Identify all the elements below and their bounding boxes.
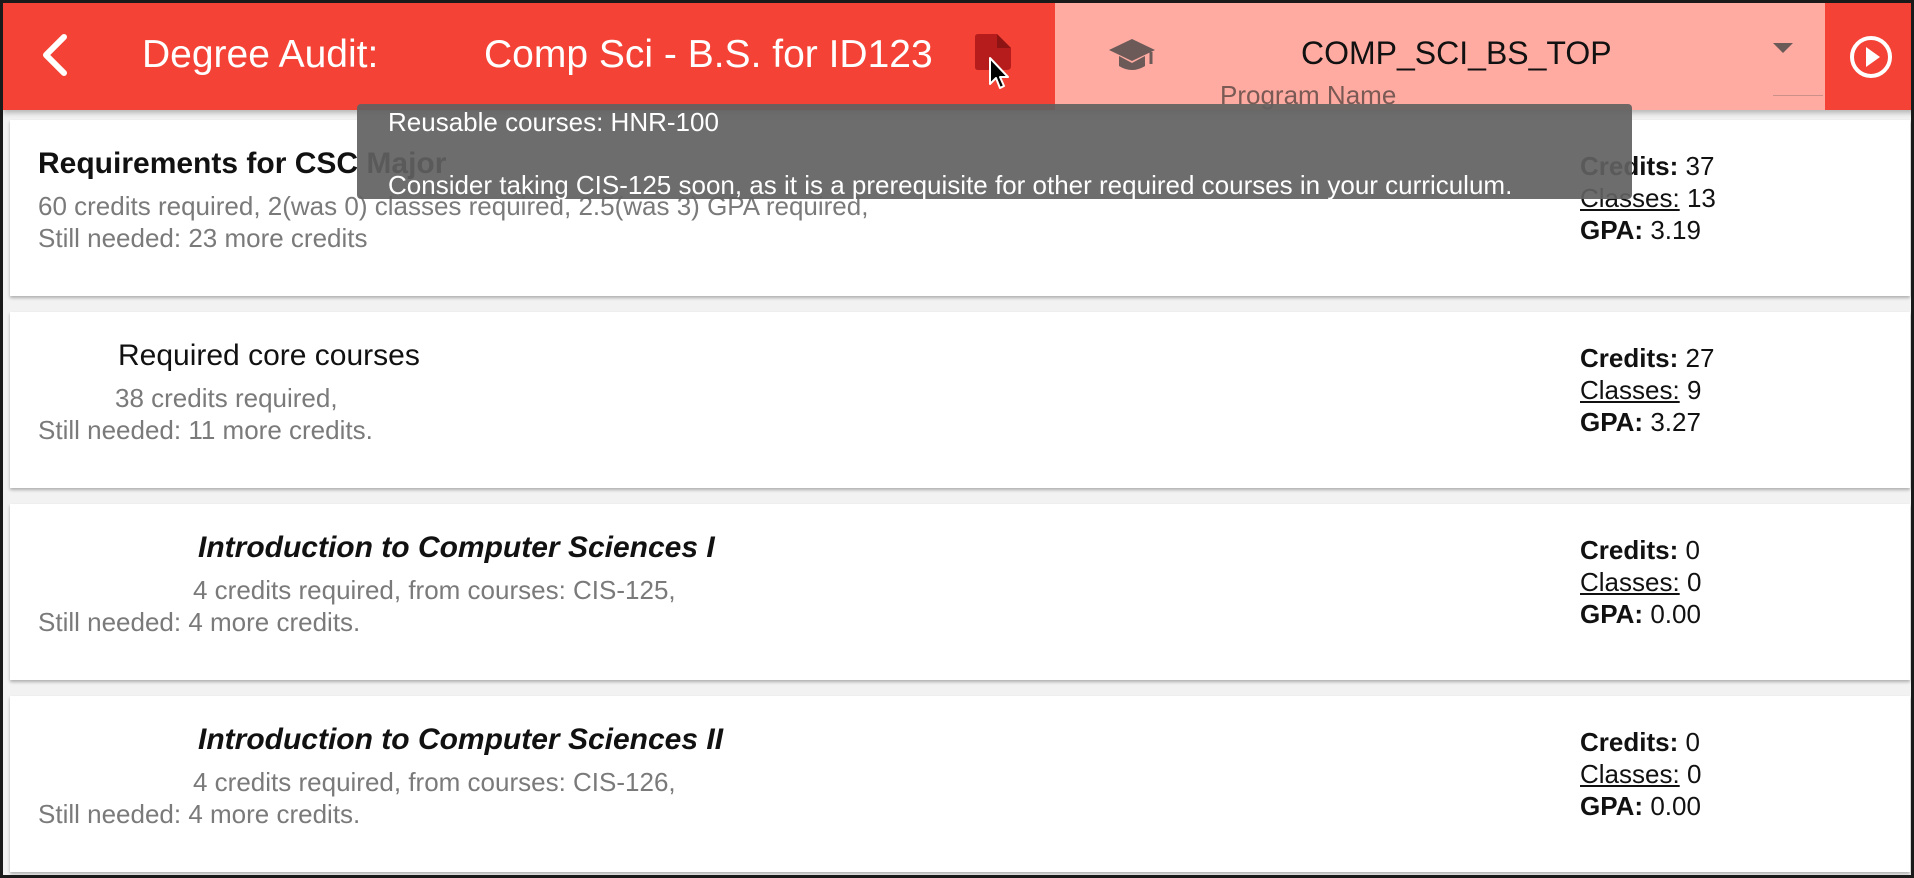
gpa-label: GPA: bbox=[1580, 407, 1644, 437]
requirement-details: 38 credits required, bbox=[115, 383, 338, 413]
app-window: Degree Audit: Comp Sci - B.S. for ID123 … bbox=[0, 0, 1914, 878]
requirement-stats: Credits: 0 Classes: 0 GPA: 0.00 bbox=[1580, 534, 1701, 630]
requirement-still-needed: Still needed: 23 more credits bbox=[38, 223, 368, 253]
credits-value: 0 bbox=[1685, 727, 1700, 757]
tooltip-reusable-courses: Reusable courses: HNR-100 bbox=[388, 107, 719, 137]
field-underline bbox=[1773, 95, 1823, 96]
program-value[interactable]: COMP_SCI_BS_TOP bbox=[1301, 35, 1612, 72]
credits-label: Credits: bbox=[1580, 535, 1679, 565]
credits-label: Credits: bbox=[1580, 727, 1679, 757]
chevron-down-icon[interactable] bbox=[1773, 43, 1793, 53]
requirement-stats: Credits: 27 Classes: 9 GPA: 3.27 bbox=[1580, 342, 1714, 438]
credits-value: 0 bbox=[1685, 535, 1700, 565]
requirement-details: 4 credits required, from courses: CIS-12… bbox=[193, 575, 676, 605]
play-circle-icon bbox=[1850, 35, 1892, 78]
credits-value: 37 bbox=[1685, 151, 1715, 181]
gpa-value: 0.00 bbox=[1650, 599, 1701, 629]
gpa-label: GPA: bbox=[1580, 599, 1644, 629]
requirement-still-needed: Still needed: 4 more credits. bbox=[38, 607, 361, 637]
mouse-pointer-icon bbox=[989, 57, 1009, 89]
requirement-still-needed: Still needed: 11 more credits. bbox=[38, 415, 373, 445]
program-selector[interactable]: COMP_SCI_BS_TOP Program Name bbox=[1055, 3, 1825, 110]
audit-name: Comp Sci - B.S. for ID123 bbox=[484, 33, 933, 76]
requirement-stats: Credits: 0 Classes: 0 GPA: 0.00 bbox=[1580, 726, 1701, 822]
classes-link[interactable]: Classes: bbox=[1580, 567, 1680, 597]
credits-label: Credits: bbox=[1580, 343, 1679, 373]
gpa-label: GPA: bbox=[1580, 215, 1644, 245]
run-audit-button[interactable] bbox=[1825, 3, 1911, 110]
requirement-title: Introduction to Computer Sciences II bbox=[198, 723, 724, 756]
header-bar: Degree Audit: Comp Sci - B.S. for ID123 … bbox=[3, 3, 1911, 110]
tooltip-advice: Consider taking CIS-125 soon, as it is a… bbox=[388, 170, 1513, 200]
classes-value: 0 bbox=[1686, 567, 1702, 597]
classes-value: 13 bbox=[1686, 183, 1716, 213]
classes-link[interactable]: Classes: bbox=[1580, 759, 1680, 789]
classes-value: 0 bbox=[1686, 759, 1702, 789]
back-button[interactable] bbox=[33, 29, 77, 81]
classes-value: 9 bbox=[1686, 375, 1702, 405]
credits-value: 27 bbox=[1685, 343, 1715, 373]
requirement-title: Introduction to Computer Sciences I bbox=[198, 531, 715, 564]
gpa-value: 3.27 bbox=[1650, 407, 1701, 437]
tooltip: Reusable courses: HNR-100 Consider takin… bbox=[357, 104, 1632, 200]
gpa-label: GPA: bbox=[1580, 791, 1644, 821]
classes-link[interactable]: Classes: bbox=[1580, 375, 1680, 405]
gpa-value: 0.00 bbox=[1650, 791, 1701, 821]
graduation-cap-icon bbox=[1109, 39, 1155, 70]
page-title-label: Degree Audit: bbox=[142, 33, 379, 76]
requirement-still-needed: Still needed: 4 more credits. bbox=[38, 799, 361, 829]
arrow-left-icon bbox=[43, 34, 67, 76]
requirement-details: 4 credits required, from courses: CIS-12… bbox=[193, 767, 676, 797]
requirement-title: Required core courses bbox=[118, 339, 420, 372]
requirement-card[interactable]: Introduction to Computer Sciences I 4 cr… bbox=[10, 504, 1910, 680]
requirement-card[interactable]: Required core courses 38 credits require… bbox=[10, 312, 1910, 488]
requirement-card[interactable]: Introduction to Computer Sciences II 4 c… bbox=[10, 696, 1910, 872]
gpa-value: 3.19 bbox=[1650, 215, 1701, 245]
